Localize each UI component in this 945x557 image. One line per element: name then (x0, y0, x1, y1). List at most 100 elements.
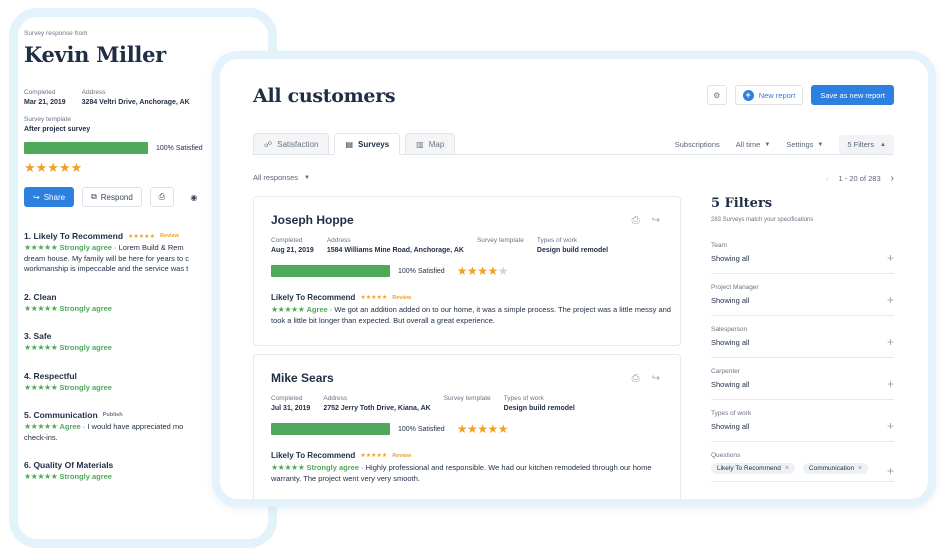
question-chips: Likely To Recommend × Communication × (711, 463, 894, 474)
share-button[interactable]: ↪ Share (24, 187, 75, 207)
answer-verdict: Strongly agree (59, 303, 112, 313)
satisfaction-row: 100% Satisfied ★★★★★ (271, 422, 663, 436)
satisfaction-text: 100% Satisfied (156, 144, 203, 152)
completed-field: Completed Aug 21, 2019 (271, 237, 314, 254)
share-icon[interactable]: ↪ (652, 373, 660, 384)
filter-item[interactable]: Carpenter Showing all + (711, 368, 894, 400)
answer-verdict: Strongly agree (306, 463, 359, 472)
question-chip[interactable]: Likely To Recommend × (711, 463, 795, 474)
time-range-dropdown[interactable]: All time ▼ (736, 140, 771, 149)
customer-name[interactable]: Joseph Hoppe (271, 213, 663, 227)
prev-page-icon[interactable]: ‹ (826, 174, 829, 183)
question-label: 4. Respectful (24, 370, 77, 381)
save-as-new-report-button[interactable]: Save as new report (811, 85, 894, 105)
filters-toggle[interactable]: 5 Filters ▲ (839, 135, 894, 154)
filter-item[interactable]: Salesperson Showing all + (711, 326, 894, 358)
answer-text: ★★★★★ Strongly agree · Highly profession… (271, 463, 652, 483)
tab-satisfaction[interactable]: ☍ Satisfaction (253, 133, 330, 155)
plus-icon[interactable]: + (887, 419, 894, 433)
filter-item[interactable]: Types of work Showing all + (711, 410, 894, 442)
close-icon[interactable]: × (858, 465, 862, 472)
satisfaction-text: 100% Satisfied (398, 267, 445, 275)
question-chip[interactable]: Communication × (802, 463, 869, 474)
subscriptions-link[interactable]: Subscriptions (675, 140, 720, 149)
plus-icon[interactable]: + (887, 293, 894, 307)
question-title: Likely To Recommend ★★★★★ Review (271, 293, 663, 302)
address-label: Address (326, 237, 351, 244)
customer-name[interactable]: Mike Sears (271, 371, 663, 385)
chip-label: Communication (808, 465, 855, 472)
close-icon[interactable]: × (785, 465, 789, 472)
answer-stars: ★★★★★ (271, 305, 305, 314)
chevron-down-icon: ▼ (817, 141, 824, 148)
tab-map[interactable]: ▥ Map (405, 133, 456, 155)
question-tag[interactable]: Review (392, 453, 411, 459)
survey-card[interactable]: Mike Sears ⎙ ↪ Completed Jul 31, 2019 Address… (253, 354, 681, 499)
share-icon[interactable]: ↪ (652, 215, 660, 226)
satisfaction-bar (271, 265, 390, 277)
template-field: Survey template (444, 395, 491, 412)
plus-icon[interactable]: + (887, 335, 894, 349)
answer-verdict: Strongly agree (59, 343, 112, 352)
completed-field: Completed Jul 31, 2019 (271, 395, 310, 412)
answer-verdict: Agree (306, 305, 328, 314)
card-meta: Completed Jul 31, 2019 Address 2752 Jerry T… (271, 395, 663, 412)
answer-stars: ★★★★★ (271, 463, 305, 472)
question-tag[interactable]: Review (160, 233, 179, 239)
view-button[interactable]: ◉ (182, 187, 206, 207)
plus-icon[interactable]: + (887, 251, 894, 265)
completed-value: Jul 31, 2019 (271, 405, 311, 412)
plus-icon[interactable]: + (887, 464, 894, 478)
tab-surveys[interactable]: ▤ Surveys (334, 133, 401, 155)
filter-item-questions[interactable]: Questions Likely To Recommend × Communicati… (711, 452, 894, 482)
answer-text: ★★★★★ Agree · We got an addition added o… (271, 305, 671, 325)
answer-stars: ★★★★★ (24, 382, 58, 392)
view-tabs: ☍ Satisfaction ▤ Surveys ▥ Map (253, 133, 456, 155)
question-label: 1. Likely To Recommend (24, 231, 124, 241)
answer-stars: ★★★★★ (24, 303, 58, 313)
map-icon: ▥ (416, 139, 424, 149)
pagination-text: 1 - 20 of 283 (838, 174, 881, 183)
respond-button[interactable]: ⧉ Respond (82, 187, 142, 207)
chevron-down-icon: ▼ (764, 141, 771, 148)
new-report-button[interactable]: + New report (734, 85, 804, 105)
survey-card[interactable]: Joseph Hoppe ⎙ ↪ Completed Aug 21, 2019 Addre… (253, 196, 681, 346)
tab-label: Satisfaction (277, 139, 319, 149)
time-range-label: All time (735, 140, 761, 149)
pagination: ‹ 1 - 20 of 283 › (826, 173, 894, 184)
filter-label: Carpenter (711, 368, 740, 375)
respond-label: Respond (100, 192, 133, 202)
filter-value: Showing all (711, 338, 750, 347)
template-field: Survey template (477, 237, 524, 254)
plus-icon[interactable]: + (887, 377, 894, 391)
filter-label: Types of work (711, 410, 752, 417)
filter-item[interactable]: Project Manager Showing all + (711, 284, 894, 316)
question-label: 5. Communication (24, 410, 98, 420)
clipboard-icon: ▤ (345, 139, 354, 149)
completed-value: Aug 21, 2019 (271, 247, 314, 254)
question-tag[interactable]: Review (392, 295, 411, 301)
print-icon: ⎙ (158, 192, 166, 201)
filter-subtitle: 283 Surveys match your specifications (711, 217, 814, 223)
completed-label: Completed (271, 237, 303, 244)
print-icon[interactable]: ⎙ (632, 215, 640, 226)
question-mini-stars: ★★★★★ (128, 233, 155, 240)
question-tag[interactable]: Publish (103, 412, 123, 418)
filter-item[interactable]: Team Showing all + (711, 242, 894, 274)
settings-dropdown[interactable]: Settings ▼ (786, 140, 823, 149)
print-icon[interactable]: ⎙ (632, 373, 640, 384)
print-button[interactable]: ⎙ (149, 187, 174, 207)
work-type-value: Design build remodel (503, 405, 575, 412)
question-mini-stars: ★★★★★ (360, 295, 388, 301)
template-label: Survey template (443, 395, 491, 402)
completed-value: Mar 21, 2019 (24, 99, 66, 106)
responses-dropdown[interactable]: All responses ▼ (253, 173, 310, 182)
answer-verdict: Strongly agree (59, 472, 112, 481)
share-label: Share (43, 192, 66, 202)
rating-stars: ★★★★★ (456, 264, 509, 278)
address-field: Address 1584 Williams Mine Road, Anchorag… (327, 237, 464, 254)
settings-button[interactable]: ⚙ (706, 85, 727, 105)
settings-label: Settings (786, 140, 814, 149)
next-page-icon[interactable]: › (891, 173, 894, 184)
tab-label: Surveys (358, 139, 390, 149)
